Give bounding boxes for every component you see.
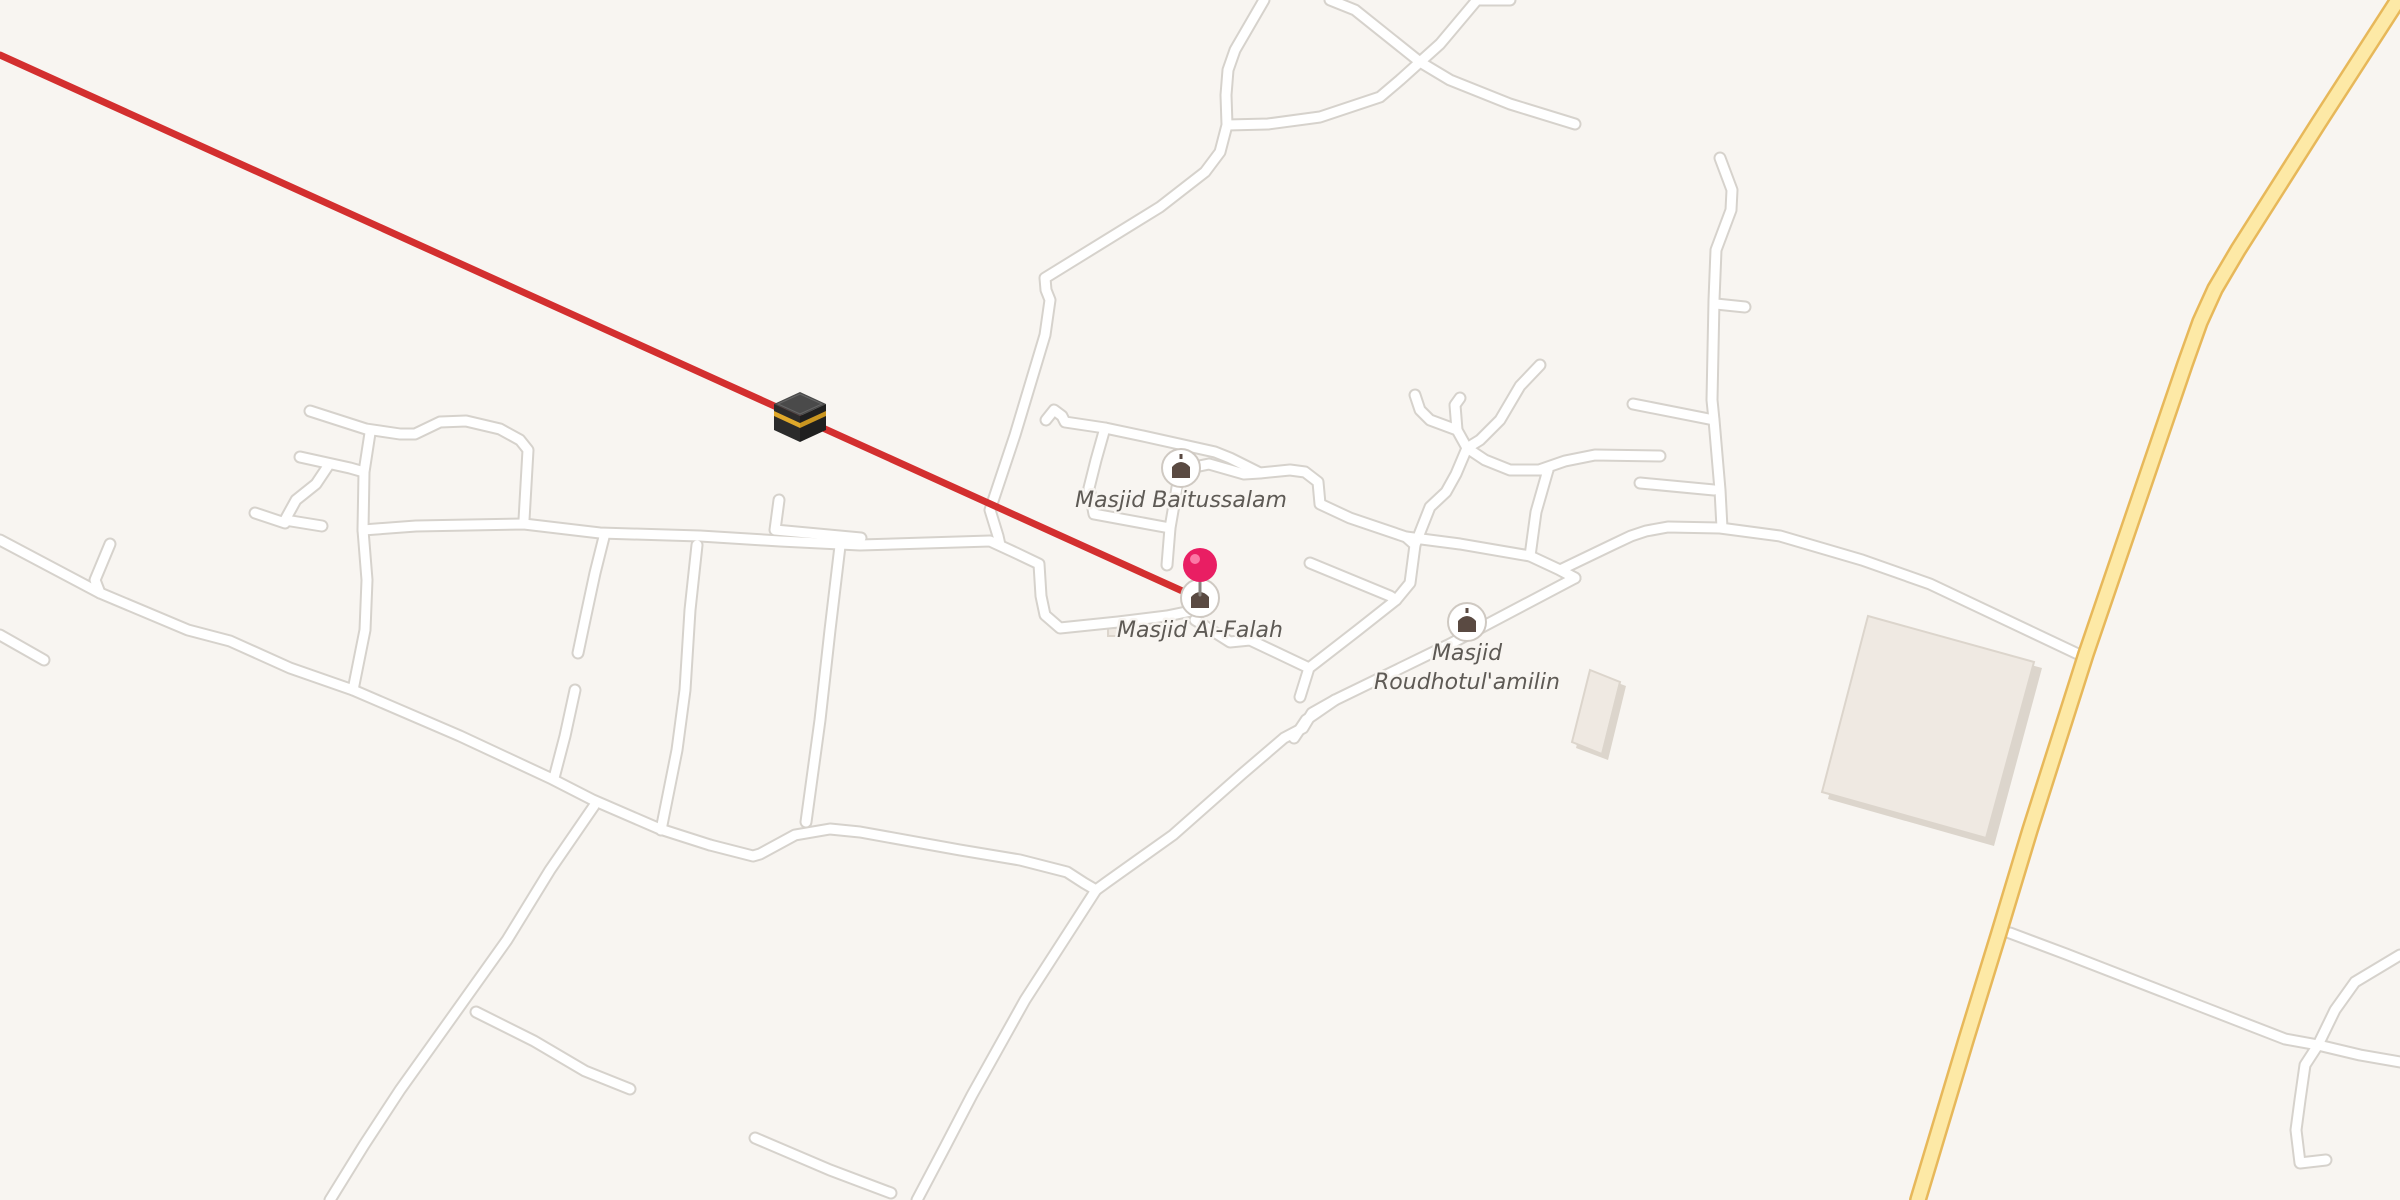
poi-label-line1: Masjid (1432, 641, 1503, 666)
poi-label: Masjid Baitussalam (1075, 488, 1287, 513)
mosque-icon (1161, 448, 1201, 488)
road (1711, 299, 1750, 312)
mosque-icon (1447, 602, 1487, 642)
map-view[interactable]: Masjid Baitussalam Masjid Roudhotul'amil… (0, 0, 2400, 1200)
road (1162, 523, 1175, 570)
poi-label: Masjid Al-Falah (1117, 618, 1283, 643)
poi-label-line2: Roudhotul'amilin (1374, 670, 1560, 695)
